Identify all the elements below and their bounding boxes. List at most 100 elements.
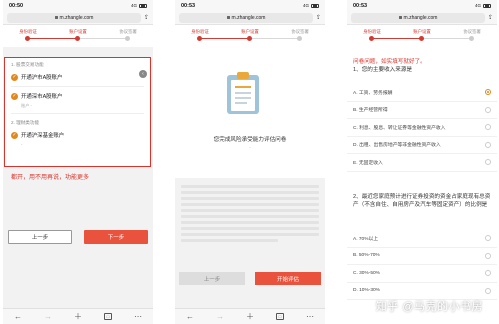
radio-icon[interactable]: [485, 252, 491, 259]
step-2-label: 账户设置: [241, 29, 259, 34]
screenshot-collage: 00:50 4G m.zhangle.com ⇪ 身份验证 账户设置 协议签署 …: [0, 0, 499, 324]
radio-icon[interactable]: [485, 106, 491, 113]
share-icon[interactable]: ⇪: [316, 14, 321, 21]
step-2-dot: [419, 36, 424, 41]
option-sh-a-share[interactable]: ✓ 开通沪市A股账户: [5, 70, 150, 84]
option-row[interactable]: B. 50%-70%: [347, 248, 497, 265]
tabs-icon[interactable]: □: [276, 313, 284, 320]
step-progress: 身份验证 账户设置 协议签署: [175, 25, 325, 47]
clock: 00:50: [9, 2, 24, 9]
radio-icon[interactable]: [485, 124, 491, 131]
option-row[interactable]: C. 利息、股息、转让证券等金融性资产收入: [347, 119, 497, 137]
signal-label: 4G: [474, 3, 481, 8]
back-icon[interactable]: ←: [186, 312, 194, 321]
step-2-label: 账户设置: [69, 29, 87, 34]
step-2-label: 账户设置: [413, 29, 431, 34]
url-bar: m.zhangle.com ⇪: [175, 11, 325, 25]
annotation-note: 都开，用不用再说，功能更多: [11, 175, 90, 181]
more-icon[interactable]: ⋯: [134, 312, 142, 321]
clock: 00:53: [181, 2, 196, 9]
option-row[interactable]: A. 70%以上: [347, 230, 497, 248]
start-assessment-button[interactable]: 开始评估: [255, 272, 321, 285]
url-text: m.zhangle.com: [403, 14, 438, 21]
step-2-dot: [247, 36, 252, 41]
address-field[interactable]: m.zhangle.com: [179, 12, 313, 23]
next-button[interactable]: 下一步: [84, 230, 148, 244]
section-title: 1. 股票交易功能: [11, 62, 44, 67]
radio-icon[interactable]: [485, 270, 491, 277]
check-icon: ✓: [11, 131, 18, 139]
back-icon[interactable]: ←: [14, 312, 22, 321]
watermark: 知乎 @马克的小书房: [375, 301, 483, 313]
step-3-dot: [297, 36, 302, 41]
lock-icon: [226, 16, 230, 19]
radio-selected-icon[interactable]: [485, 89, 491, 96]
question-1-title: 1、您的主要收入来源是: [353, 67, 413, 73]
add-tab-icon[interactable]: ＋: [246, 311, 254, 322]
step-1-label: 身份验证: [191, 29, 209, 34]
prev-button[interactable]: 上一步: [8, 230, 72, 244]
sub-text: 账户 -: [21, 103, 32, 108]
more-icon[interactable]: ⋯: [306, 312, 314, 321]
radio-icon[interactable]: [485, 287, 491, 294]
step-1-label: 身份验证: [363, 29, 381, 34]
question-2-title: 2、最近您家庭预计进行证券投资的资金占家庭现有总资产（不含自住、自用房产及汽车等…: [353, 194, 491, 208]
account-options-panel: 1. 股票交易功能 ✓ 开通沪市A股账户 ✓ 开通深市A股账户 账户 - 2. …: [4, 57, 151, 167]
signal-label: 4G: [130, 3, 137, 8]
collapse-icon[interactable]: ‹: [139, 70, 147, 78]
disclaimer-text-blurred: [181, 185, 319, 245]
step-1-dot: [25, 36, 30, 41]
assessment-subtitle: -: [249, 145, 251, 150]
assessment-title: 您完成风险承受能力评估问卷: [213, 137, 287, 143]
battery-icon: [139, 3, 147, 8]
option-row[interactable]: D. 出租、出售房地产等非金融性资产收入: [347, 137, 497, 154]
radio-icon[interactable]: [485, 159, 491, 166]
tabs-icon[interactable]: □: [104, 313, 112, 320]
forward-icon[interactable]: →: [44, 312, 52, 321]
browser-toolbar: ← → ＋ □ ⋯: [3, 308, 153, 324]
share-icon[interactable]: ⇪: [488, 14, 493, 21]
option-fund-account[interactable]: ✓ 开通沪深基金账户: [5, 128, 150, 142]
url-text: m.zhangle.com: [231, 14, 266, 21]
step-progress: 身份验证 账户设置 协议签署: [347, 25, 497, 47]
check-icon: ✓: [11, 92, 18, 100]
step-3-label: 协议签署: [119, 29, 137, 34]
section-title: 2. 理财类功能: [11, 120, 40, 125]
step-3-dot: [125, 36, 130, 41]
sub-text: -: [21, 142, 23, 147]
signal-label: 4G: [302, 3, 309, 8]
battery-icon: [311, 3, 319, 8]
option-row[interactable]: A. 工资、劳务报酬: [347, 84, 497, 102]
phone-risk-assessment: 00:53 4G m.zhangle.com ⇪ 身份验证 账户设置 协议签署: [175, 0, 325, 324]
phone-questionnaire: 00:53 4G m.zhangle.com ⇪ 身份验证 账户设置 协议签署 …: [347, 0, 497, 324]
clock: 00:53: [353, 2, 368, 9]
step-2-dot: [75, 36, 80, 41]
radio-icon[interactable]: [485, 141, 491, 148]
share-icon[interactable]: ⇪: [144, 14, 149, 21]
address-field[interactable]: m.zhangle.com: [351, 12, 485, 23]
question-1-options: A. 工资、劳务报酬 B. 生产经营所得 C. 利息、股息、转让证券等金融性资产…: [347, 84, 497, 172]
step-1-dot: [197, 36, 202, 41]
url-bar: m.zhangle.com ⇪: [3, 11, 153, 25]
radio-icon[interactable]: [485, 235, 491, 242]
prev-button[interactable]: 上一步: [179, 272, 245, 285]
lock-icon: [54, 16, 58, 19]
check-icon: ✓: [11, 73, 18, 81]
status-bar: 00:53 4G: [175, 0, 325, 11]
add-tab-icon[interactable]: ＋: [74, 311, 82, 322]
option-row[interactable]: C. 30%-50%: [347, 265, 497, 283]
step-3-label: 协议签署: [463, 29, 481, 34]
annotation-note: 问卷问题，如实填写就好了。: [353, 59, 426, 65]
question-2-options: A. 70%以上 B. 50%-70% C. 30%-50% D. 10%-30…: [347, 230, 497, 300]
clipboard-icon: [227, 72, 259, 114]
address-field[interactable]: m.zhangle.com: [7, 12, 141, 23]
option-sz-a-share[interactable]: ✓ 开通深市A股账户: [5, 89, 150, 103]
phone-account-settings: 00:50 4G m.zhangle.com ⇪ 身份验证 账户设置 协议签署 …: [3, 0, 153, 324]
step-3-label: 协议签署: [291, 29, 309, 34]
step-progress: 身份验证 账户设置 协议签署: [3, 25, 153, 47]
option-row[interactable]: B. 生产经营所得: [347, 102, 497, 119]
forward-icon[interactable]: →: [216, 312, 224, 321]
lock-icon: [398, 16, 402, 19]
browser-toolbar: ← → ＋ □ ⋯: [175, 308, 325, 324]
option-row[interactable]: E. 无固定收入: [347, 154, 497, 172]
